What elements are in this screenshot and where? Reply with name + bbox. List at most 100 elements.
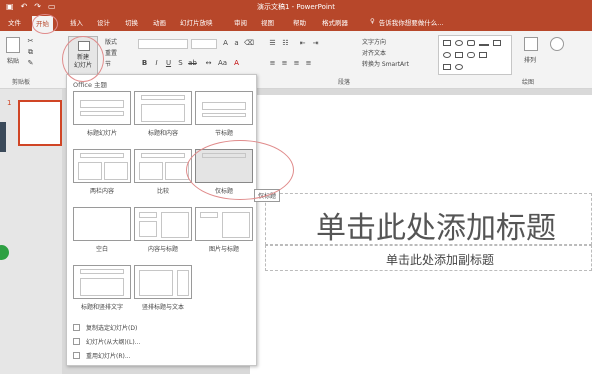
bold-icon[interactable]: B [140, 59, 149, 67]
decrease-indent-icon[interactable]: ⇤ [298, 39, 307, 47]
layout-thumbnail [134, 207, 192, 241]
font-size-box[interactable] [191, 39, 217, 49]
layout-name: 空白 [95, 246, 108, 253]
reset-button[interactable]: 重置 [105, 48, 117, 57]
font-color-icon[interactable]: A [232, 59, 241, 67]
circle-shape-icon[interactable] [443, 52, 451, 58]
layout-button[interactable]: 版式 [105, 37, 117, 46]
tab-format-painter[interactable]: 格式刷器 [322, 17, 348, 27]
highlight-circle-title-only [186, 140, 294, 200]
layout-name: 图片与标题 [208, 246, 239, 253]
star-shape-icon[interactable] [455, 64, 463, 70]
title-bar: ▣ ↶ ↷ ▭ 演示文稿1 - PowerPoint [0, 0, 592, 14]
drawing-group-label: 绘图 [522, 79, 535, 86]
layout-picture-caption[interactable]: 图片与标题 [195, 207, 253, 253]
arrange-icon[interactable] [524, 37, 538, 51]
layout-two-content[interactable]: 两栏内容 [73, 149, 131, 195]
layout-thumbnail [134, 149, 192, 183]
command-label: 复制选定幻灯片(D) [86, 325, 138, 332]
italic-icon[interactable]: I [152, 59, 161, 67]
arrow-shape-icon[interactable] [479, 52, 487, 58]
tab-view[interactable]: 视图 [261, 17, 274, 27]
pill-shape-icon[interactable] [467, 52, 475, 58]
shadow-icon[interactable]: S [176, 59, 185, 67]
justify-icon[interactable]: ≡ [304, 59, 313, 67]
layout-thumbnail [195, 207, 253, 241]
grow-font-icon[interactable]: A [221, 39, 230, 47]
tab-design[interactable]: 设计 [97, 17, 110, 27]
layout-thumbnail [134, 91, 192, 125]
layout-section-header[interactable]: 节标题 [195, 91, 253, 137]
layout-content-caption[interactable]: 内容与标题 [134, 207, 192, 253]
rounded-rect-shape-icon[interactable] [467, 40, 475, 46]
char-spacing-icon[interactable]: ↔ [204, 59, 213, 67]
tab-transitions[interactable]: 切换 [125, 17, 138, 27]
underline-icon[interactable]: U [164, 59, 173, 67]
callout-shape-icon[interactable] [443, 64, 451, 70]
layout-thumbnail [73, 207, 131, 241]
align-left-icon[interactable]: ≡ [268, 59, 277, 67]
outline-icon [73, 338, 80, 345]
clipboard-group-label: 剪贴板 [12, 79, 31, 86]
paste-icon[interactable] [6, 37, 20, 53]
slide-title-text[interactable]: 单击此处添加标题 [316, 203, 556, 247]
layout-title-vertical-text[interactable]: 标题和竖排文字 [73, 265, 131, 311]
layout-name: 标题和竖排文字 [80, 304, 123, 311]
square-shape-icon[interactable] [455, 52, 463, 58]
layout-name: 标题幻灯片 [86, 130, 117, 137]
tab-insert[interactable]: 插入 [70, 17, 83, 27]
slide-thumbnail[interactable] [18, 100, 62, 146]
text-direction-button[interactable]: 文字方向 [362, 37, 386, 46]
smartart-button[interactable]: 转换为 SmartArt [362, 59, 409, 68]
layout-thumbnail [195, 91, 253, 125]
ribbon-tabs: 文件 开始 插入 设计 切换 动画 幻灯片放映 审阅 视图 帮助 格式刷器 ♀ … [0, 14, 592, 31]
bullets-icon[interactable]: ☰ [268, 39, 277, 47]
reuse-icon [73, 352, 80, 359]
layout-thumbnail [134, 265, 192, 299]
quick-styles-icon[interactable] [550, 37, 564, 51]
tab-help[interactable]: 帮助 [293, 17, 306, 27]
layout-title-slide[interactable]: 标题幻灯片 [73, 91, 131, 137]
reuse-slides-command[interactable]: 重用幻灯片(R)... [73, 351, 131, 360]
arrange-label[interactable]: 排列 [524, 55, 536, 64]
duplicate-slide-command[interactable]: 复制选定幻灯片(D) [73, 323, 137, 332]
layout-name: 标题和内容 [147, 130, 178, 137]
paragraph-group-label: 段落 [338, 79, 351, 86]
copy-icon[interactable]: ⧉ [26, 48, 35, 56]
numbering-icon[interactable]: ☷ [281, 39, 290, 47]
tab-animations[interactable]: 动画 [153, 17, 166, 27]
slide-subtitle-text[interactable]: 单击此处添加副标题 [386, 251, 494, 268]
layout-comparison[interactable]: 比较 [134, 149, 192, 195]
layout-name: 竖排标题与文本 [141, 304, 184, 311]
textbox-shape-icon[interactable] [493, 40, 501, 46]
layout-thumbnail [73, 149, 131, 183]
layout-vertical-title-text[interactable]: 竖排标题与文本 [134, 265, 192, 311]
change-case-icon[interactable]: Aa [218, 59, 227, 67]
align-text-button[interactable]: 对齐文本 [362, 48, 386, 57]
align-center-icon[interactable]: ≡ [280, 59, 289, 67]
shrink-font-icon[interactable]: a [232, 39, 241, 47]
tab-file[interactable]: 文件 [8, 17, 21, 27]
layout-blank[interactable]: 空白 [73, 207, 131, 253]
format-painter-icon[interactable]: ✎ [26, 59, 35, 67]
tab-slideshow[interactable]: 幻灯片放映 [180, 17, 213, 27]
increase-indent-icon[interactable]: ⇥ [311, 39, 320, 47]
align-right-icon[interactable]: ≡ [292, 59, 301, 67]
section-button[interactable]: 节 [105, 59, 111, 68]
strikethrough-icon[interactable]: ab [188, 59, 197, 67]
shapes-gallery[interactable] [438, 35, 512, 75]
tell-me-box[interactable]: ♀ 告诉我你想要做什么... [370, 17, 443, 27]
paste-label[interactable]: 粘贴 [7, 56, 19, 65]
layout-title-content[interactable]: 标题和内容 [134, 91, 192, 137]
clear-format-icon[interactable]: ⌫ [244, 39, 254, 47]
oval-shape-icon[interactable] [455, 40, 463, 46]
highlight-circle-home-tab [32, 14, 58, 34]
font-name-box[interactable] [138, 39, 188, 49]
highlight-circle-new-slide [62, 36, 104, 82]
slide-number: 1 [7, 99, 12, 107]
tab-review[interactable]: 审阅 [234, 17, 247, 27]
rectangle-shape-icon[interactable] [443, 40, 451, 46]
cut-icon[interactable]: ✂ [26, 37, 35, 45]
line-shape-icon[interactable] [479, 44, 489, 46]
slides-from-outline-command[interactable]: 幻灯片(从大纲)(L)... [73, 337, 140, 346]
